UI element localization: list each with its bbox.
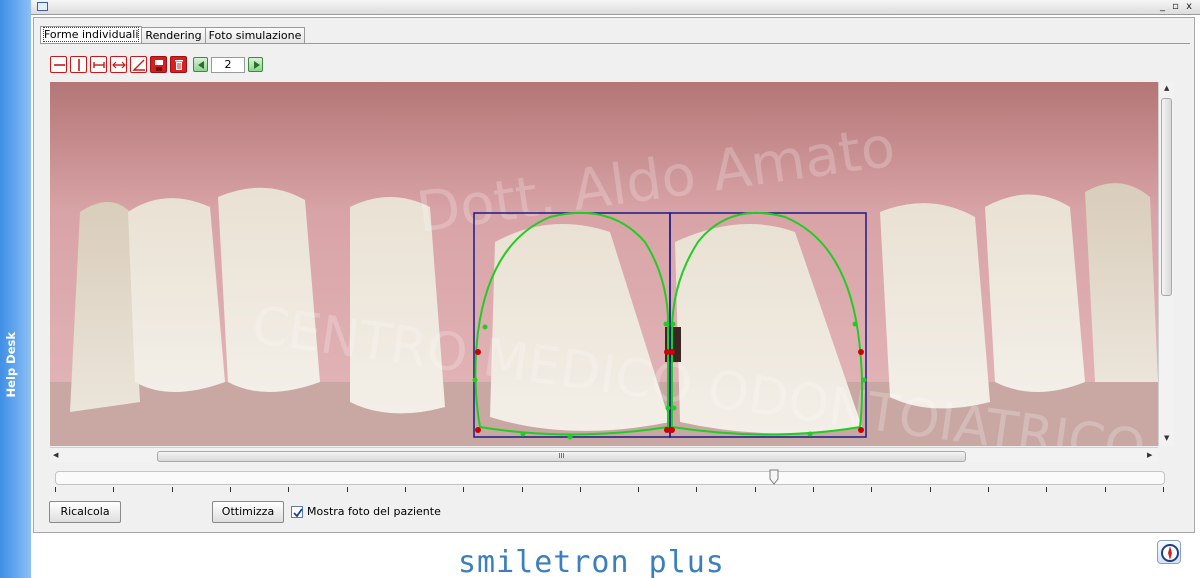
delete-icon[interactable]: [170, 56, 187, 73]
vertical-scrollbar[interactable]: ▲ ▼: [1158, 82, 1174, 446]
vertical-scroll-thumb[interactable]: [1161, 98, 1172, 296]
slider-tick: [1046, 487, 1048, 492]
help-desk-strip[interactable]: Help Desk: [0, 0, 31, 578]
slider-tick: [463, 487, 465, 492]
slider-tick: [404, 487, 406, 492]
brand-logo-text: smiletron plus: [458, 545, 725, 578]
page-number-field[interactable]: 2: [211, 56, 245, 73]
slider-tick: [113, 487, 115, 492]
optimize-button[interactable]: Ottimizza: [212, 501, 284, 523]
scroll-right-icon[interactable]: ▶: [1147, 451, 1152, 459]
slider-tick: [55, 487, 56, 492]
show-photo-checkbox[interactable]: [291, 505, 303, 518]
horizontal-scroll-thumb[interactable]: III: [157, 451, 966, 462]
recalc-button[interactable]: Ricalcola: [49, 501, 121, 523]
width-measure-icon[interactable]: [90, 56, 107, 73]
save-icon[interactable]: [150, 56, 167, 73]
tab-bar: Forme individuali Rendering Foto simulaz…: [40, 26, 306, 44]
slider-tick: [988, 487, 990, 492]
horizontal-scrollbar[interactable]: ◀ III ▶: [50, 447, 1158, 463]
scroll-up-icon[interactable]: ▲: [1164, 84, 1169, 92]
dental-photo: Dott. Aldo Amato CENTRO MEDICO ODONTOIAT…: [50, 82, 1158, 446]
slider-tick: [871, 487, 873, 492]
horizontal-line-icon[interactable]: [50, 56, 67, 73]
scroll-left-icon[interactable]: ◀: [53, 451, 58, 459]
adjust-slider[interactable]: [55, 471, 1165, 485]
show-photo-label: Mostra foto del paziente: [307, 505, 441, 518]
window-titlebar: _ ▫ x: [31, 0, 1200, 15]
slider-tick: [1104, 487, 1106, 492]
slider-thumb[interactable]: [769, 469, 779, 485]
slider-tick: [346, 487, 348, 492]
slider-tick: [171, 487, 173, 492]
show-patient-photo-option[interactable]: Mostra foto del paziente: [291, 505, 441, 518]
slider-tick: [1163, 487, 1164, 492]
vertical-line-icon[interactable]: [70, 56, 87, 73]
slider-tick: [696, 487, 698, 492]
angle-icon[interactable]: [130, 56, 147, 73]
tab-rendering[interactable]: Rendering: [141, 27, 206, 44]
smile-photo-viewport[interactable]: Dott. Aldo Amato CENTRO MEDICO ODONTOIAT…: [50, 82, 1158, 446]
slider-tick: [754, 487, 756, 492]
compass-icon[interactable]: [1157, 540, 1181, 564]
scroll-down-icon[interactable]: ▼: [1164, 434, 1169, 442]
slider-tick: [638, 487, 640, 492]
tab-foto-simulazione[interactable]: Foto simulazione: [204, 27, 306, 44]
toolbar: 2: [50, 56, 266, 73]
tab-forme-individuali[interactable]: Forme individuali: [40, 26, 143, 44]
slider-tick: [521, 487, 523, 492]
triangle-right-icon[interactable]: [248, 57, 263, 72]
slider-tick: [288, 487, 290, 492]
distance-arrows-icon[interactable]: [110, 56, 127, 73]
slider-tick: [579, 487, 581, 492]
slider-tick: [229, 487, 231, 492]
slider-ticks: [55, 487, 1165, 493]
help-desk-label[interactable]: Help Desk: [4, 332, 28, 397]
scroll-grip-label: III: [558, 452, 565, 460]
tab-panel-border: [40, 43, 1190, 44]
slider-tick: [813, 487, 815, 492]
window-icon: [37, 2, 48, 11]
triangle-left-icon[interactable]: [193, 57, 208, 72]
slider-tick: [929, 487, 931, 492]
window-controls[interactable]: _ ▫ x: [1160, 0, 1194, 14]
